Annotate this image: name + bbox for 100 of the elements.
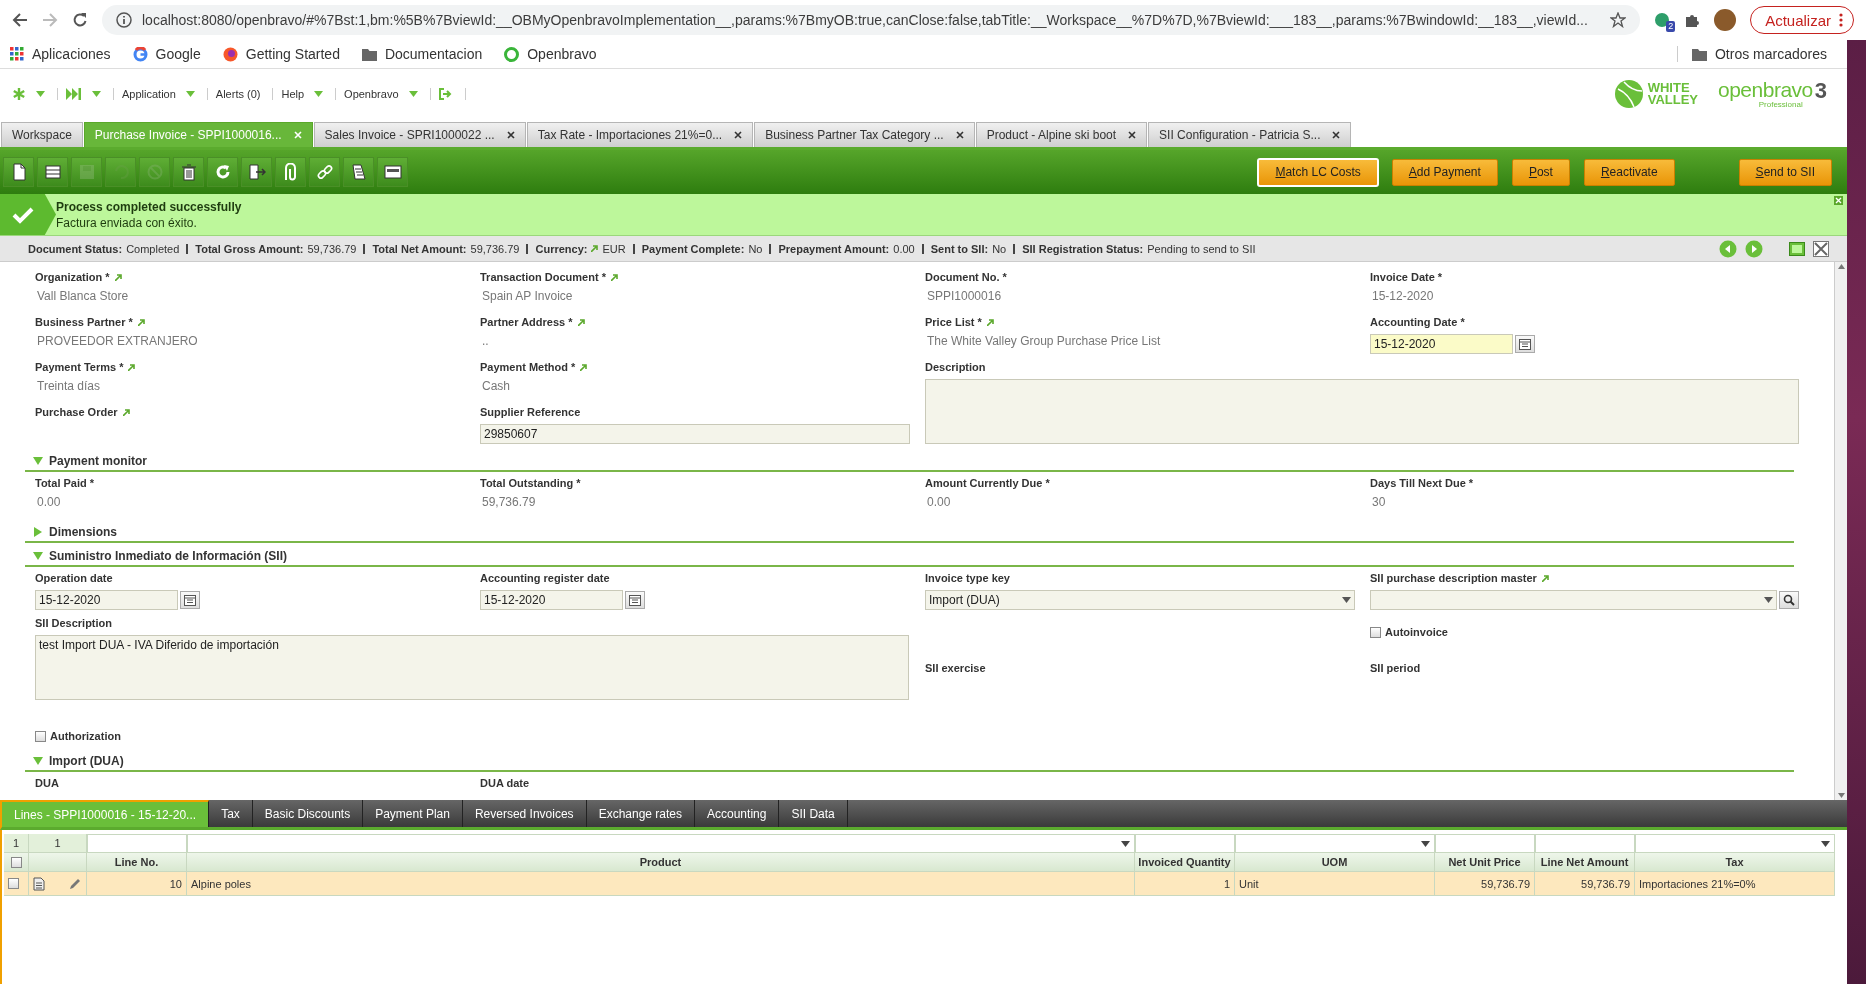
filter-field[interactable] — [87, 834, 187, 853]
dropdown-field[interactable]: Import (DUA) — [925, 590, 1355, 610]
column-header[interactable]: Net Unit Price — [1435, 853, 1535, 872]
export-button[interactable] — [241, 157, 272, 187]
action-button[interactable]: Send to SII — [1738, 158, 1832, 186]
caret-icon — [185, 91, 195, 97]
scroll-up-icon — [1837, 264, 1845, 269]
grid-view-icon — [383, 163, 402, 181]
section-title[interactable]: Import (DUA) — [49, 754, 124, 768]
text-area[interactable]: test Import DUA - IVA Diferido de importación — [35, 635, 909, 700]
attach-button[interactable] — [275, 157, 306, 187]
avatar[interactable] — [1714, 9, 1737, 31]
field-label: Transaction Document * — [480, 271, 606, 283]
delete-button[interactable] — [173, 157, 204, 187]
logo-edition: Professional — [1758, 99, 1803, 109]
new-row-button[interactable] — [37, 157, 68, 187]
field-label: Days Till Next Due * — [1370, 477, 1474, 489]
window-tab[interactable]: Sales Invoice - SPRI1000022 ... — [313, 122, 526, 147]
message-title: Process completed successfully — [56, 199, 242, 214]
column-header[interactable]: Line No. — [87, 853, 187, 872]
column-header[interactable]: Tax — [1635, 853, 1835, 872]
date-field[interactable]: 15-12-2020 — [1370, 334, 1513, 354]
calendar-button[interactable] — [625, 591, 645, 609]
bookmark-folder[interactable]: Otros marcadores — [1714, 46, 1827, 62]
firefox-icon — [222, 46, 238, 62]
calendar-button[interactable] — [1515, 335, 1535, 353]
row-checkbox[interactable] — [8, 878, 19, 889]
link-button[interactable] — [309, 157, 340, 187]
field-label: SII period — [1370, 662, 1421, 674]
menu-item[interactable]: Help — [281, 88, 305, 100]
column-header[interactable]: Invoiced Quantity — [1135, 853, 1235, 872]
filter-field[interactable] — [1135, 834, 1235, 853]
field-label: Document No. * — [925, 271, 1007, 283]
column-header[interactable] — [4, 853, 29, 872]
window-tab[interactable]: Product - Alpine ski boot — [975, 122, 1148, 147]
action-button[interactable]: Add Payment — [1391, 158, 1498, 186]
checkbox[interactable] — [35, 730, 46, 742]
more-icon — [1839, 13, 1843, 27]
field-value: SPPI1000016 — [926, 289, 1003, 303]
window-tab[interactable]: Workspace — [1, 122, 83, 147]
save-icon — [77, 163, 96, 181]
select-all-checkbox[interactable] — [10, 856, 22, 868]
menu-item[interactable]: Openbravo — [344, 88, 399, 100]
action-button[interactable]: Reactivate — [1583, 158, 1675, 186]
section-title[interactable]: Suministro Inmediato de Información (SII) — [49, 549, 288, 563]
filter-field[interactable] — [1635, 834, 1835, 853]
filter-field[interactable] — [1435, 834, 1535, 853]
field-label: Accounting Date * — [1370, 316, 1465, 328]
window-tab[interactable]: Tax Rate - Importaciones 21%=0... — [526, 122, 754, 147]
window-tab[interactable]: SII Configuration - Patricia S... — [1148, 122, 1352, 147]
column-header[interactable]: UOM — [1235, 853, 1435, 872]
new-button[interactable] — [3, 157, 34, 187]
checkbox[interactable] — [1370, 626, 1381, 638]
search-button[interactable] — [1779, 591, 1799, 609]
tools-button[interactable] — [343, 157, 374, 187]
table-cell: 1 — [1135, 872, 1235, 896]
update-button[interactable]: Actualizar — [1750, 6, 1854, 34]
child-tab[interactable]: SII Data — [779, 800, 848, 827]
date-field[interactable]: 15-12-2020 — [35, 590, 178, 610]
child-tab[interactable]: Exchange rates — [586, 800, 695, 827]
column-header[interactable]: Product — [187, 853, 1135, 872]
filter-field[interactable] — [1535, 834, 1635, 853]
bookmark[interactable]: Documentacion — [384, 46, 483, 62]
column-header[interactable]: Line Net Amount — [1535, 853, 1635, 872]
filter-field[interactable] — [1235, 834, 1435, 853]
field-label: Operation date — [35, 572, 113, 584]
scrollbar[interactable] — [1834, 262, 1847, 800]
text-field[interactable]: 29850607 — [480, 424, 910, 444]
calendar-button[interactable] — [180, 591, 200, 609]
section-title[interactable]: Dimensions — [49, 525, 117, 539]
child-tab[interactable]: Payment Plan — [363, 800, 463, 827]
dropdown-field[interactable] — [1370, 590, 1777, 610]
field-label: Partner Address * — [480, 316, 573, 328]
export-icon — [247, 163, 266, 181]
window-tab[interactable]: Business Partner Tax Category ... — [754, 122, 975, 147]
menu-item[interactable]: Alerts (0) — [215, 88, 261, 100]
refresh-button[interactable] — [207, 157, 238, 187]
field-value: 30 — [1371, 495, 1387, 509]
caret-icon — [36, 91, 45, 97]
count-cell: 1 — [4, 834, 29, 853]
close-icon — [1332, 131, 1341, 139]
child-tab[interactable]: Basic Discounts — [252, 800, 364, 827]
bookmark[interactable]: Getting Started — [245, 46, 340, 62]
action-button[interactable]: Post — [1511, 158, 1570, 186]
logout-icon — [438, 88, 453, 100]
date-field[interactable]: 15-12-2020 — [480, 590, 623, 610]
field-label: Organization * — [35, 271, 110, 283]
field-value: .. — [481, 334, 490, 348]
child-tab[interactable]: Tax — [209, 800, 253, 827]
menu-item[interactable]: Application — [122, 88, 176, 100]
grid-view-button[interactable] — [377, 157, 408, 187]
filter-field[interactable] — [187, 834, 1135, 853]
bookmark[interactable]: Google — [155, 46, 201, 62]
child-tab[interactable]: Reversed Invoices — [462, 800, 587, 827]
child-tab[interactable]: Accounting — [695, 800, 780, 827]
field-label: Invoice type key — [925, 572, 1010, 584]
action-button[interactable]: Match LC Costs — [1258, 158, 1378, 186]
bookmark[interactable]: Openbravo — [527, 46, 597, 62]
section-title[interactable]: Payment monitor — [49, 454, 147, 468]
bookmark[interactable]: Aplicaciones — [32, 46, 111, 62]
